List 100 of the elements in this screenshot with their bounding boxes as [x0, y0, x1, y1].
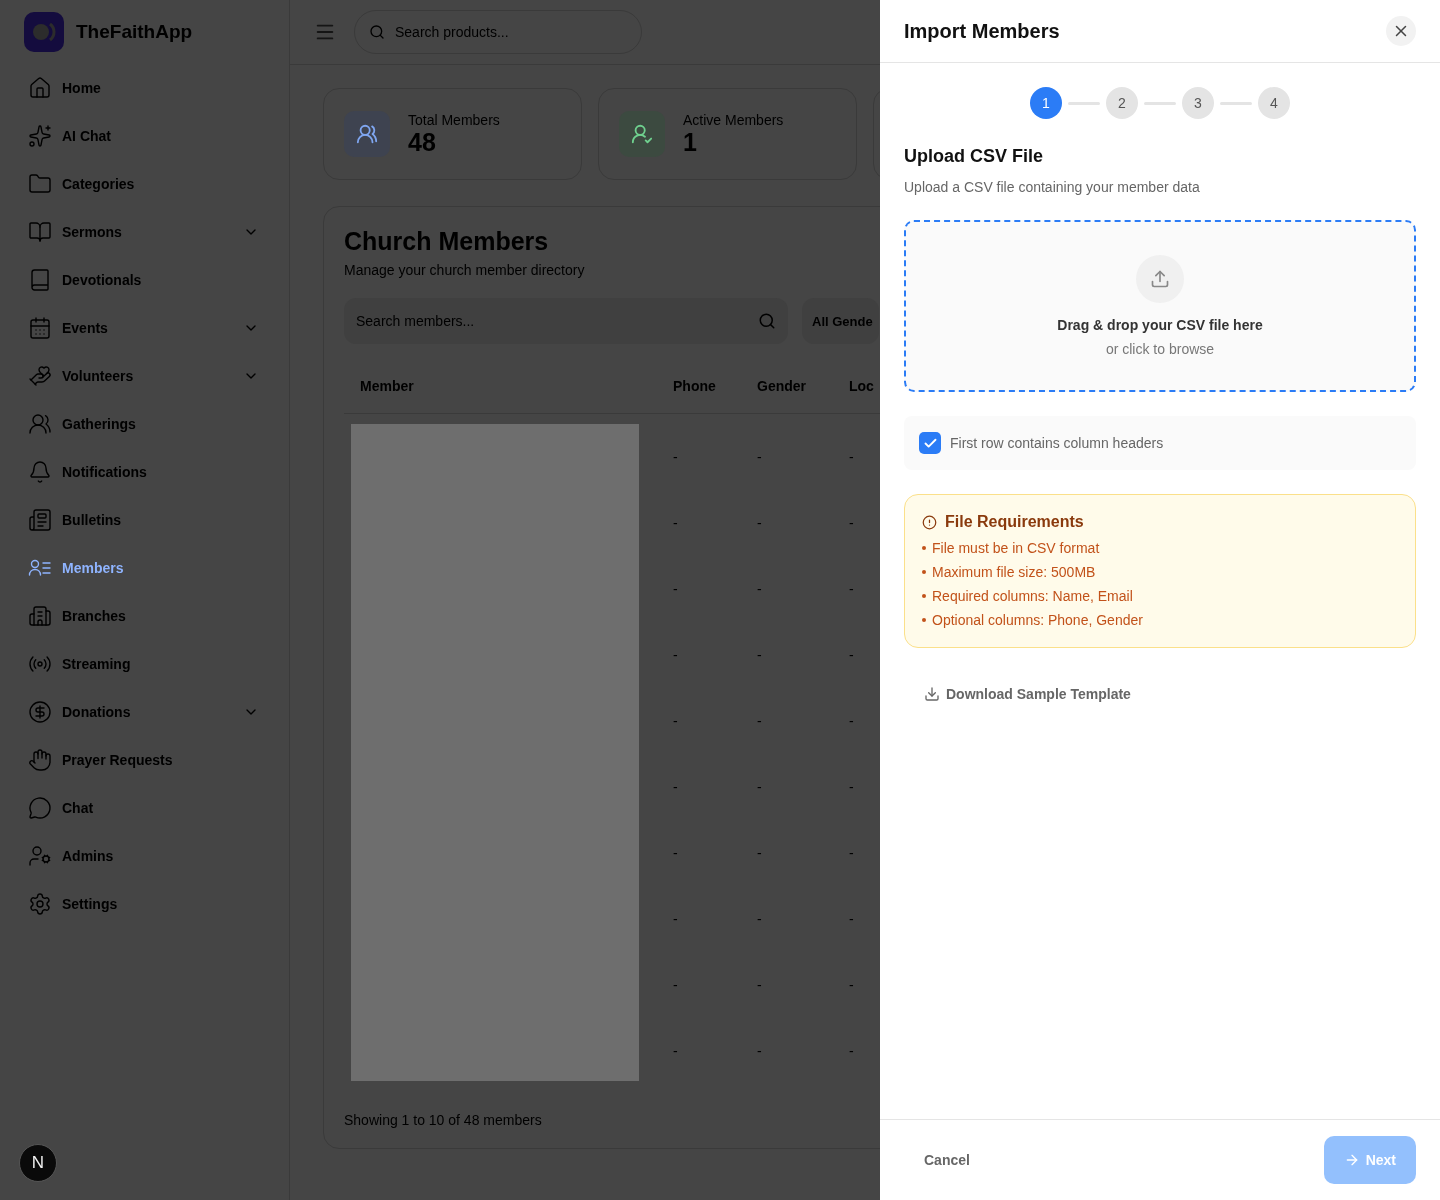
table-cell-text: - — [848, 1043, 855, 1059]
step-indicator: 1 — [1030, 87, 1062, 119]
table-cell-text: - — [672, 911, 679, 927]
member-search-field[interactable]: Search members... — [344, 298, 788, 344]
stat-value: 48 — [408, 127, 437, 157]
brand-name: TheFaithApp — [76, 21, 193, 43]
pagination-summary: Showing 1 to 10 of 48 members — [344, 1112, 543, 1128]
sidebar-item[interactable]: Admins — [24, 832, 265, 880]
app-logo — [24, 12, 64, 52]
table-cell-text: - — [672, 1043, 679, 1059]
user-check-icon — [619, 111, 665, 157]
bullet-icon — [922, 570, 926, 574]
table-cell-text: - — [672, 581, 679, 597]
cancel-button[interactable]: Cancel — [904, 1142, 990, 1178]
requirement-text: Required columns: Name, Email — [932, 587, 1133, 605]
section-title: Upload CSV File — [904, 146, 1045, 167]
alert-icon — [922, 514, 937, 530]
calendar-icon — [28, 316, 52, 340]
sidebar-item[interactable]: Sermons — [24, 208, 265, 256]
bell-icon — [28, 460, 52, 484]
table-cell-text: - — [848, 449, 855, 465]
sidebar-item[interactable]: Settings — [24, 880, 265, 928]
column-header: Gender — [756, 377, 807, 394]
sidebar-item[interactable]: Devotionals — [24, 256, 265, 304]
users-icon — [344, 111, 390, 157]
stat-value: 1 — [683, 127, 698, 157]
table-cell-text: - — [848, 515, 855, 531]
table-cell-text: - — [756, 911, 763, 927]
download-link[interactable]: Download Sample Template — [924, 686, 1131, 702]
drawer-title: Import Members — [904, 19, 1060, 43]
sparkles-icon — [28, 124, 52, 148]
open-book-icon — [28, 220, 52, 244]
sidebar-item[interactable]: Categories — [24, 160, 265, 208]
table-cell-text: - — [672, 977, 679, 993]
close-button[interactable] — [1386, 16, 1416, 46]
bullet-icon — [922, 594, 926, 598]
requirement-text: File must be in CSV format — [932, 539, 1100, 557]
table-cell-text: - — [756, 845, 763, 861]
dropzone-title: Drag & drop your CSV file here — [1057, 317, 1263, 333]
column-header: Member — [359, 377, 415, 394]
table-cell-text: - — [756, 779, 763, 795]
step-indicator: 3 — [1182, 87, 1214, 119]
sidebar-item[interactable]: Home — [24, 64, 265, 112]
step-indicator: 4 — [1258, 87, 1290, 119]
card-title: Church Members — [344, 227, 550, 256]
table-cell-text: - — [848, 647, 855, 663]
sidebar-item[interactable]: Donations — [24, 688, 265, 736]
table-cell-text: - — [756, 647, 763, 663]
column-header: Phone — [672, 377, 717, 394]
requirements-title: File Requirements — [945, 513, 1084, 531]
section-subtitle: Upload a CSV file containing your member data — [904, 179, 1201, 195]
bullet-icon — [922, 546, 926, 550]
sidebar-item[interactable]: Bulletins — [24, 496, 265, 544]
step-indicator: 2 — [1106, 87, 1138, 119]
house-icon — [28, 76, 52, 100]
table-cell-text: - — [848, 779, 855, 795]
chat-bubble-icon — [28, 796, 52, 820]
download-icon — [924, 686, 940, 702]
table-cell-text: - — [756, 977, 763, 993]
stat-label: Active Members — [683, 111, 784, 128]
users-icon — [28, 412, 52, 436]
sidebar-item[interactable]: Events — [24, 304, 265, 352]
requirement-text: Maximum file size: 500MB — [932, 563, 1096, 581]
table-cell-text: - — [848, 845, 855, 861]
table-cell-text: - — [672, 515, 679, 531]
table-cell-text: - — [672, 779, 679, 795]
gender-filter[interactable]: All Gende — [802, 298, 879, 344]
column-header: Loc — [848, 377, 873, 394]
checkbox-label: First row contains column headers — [950, 435, 1164, 451]
building-icon — [28, 604, 52, 628]
table-cell-text: - — [756, 449, 763, 465]
sidebar-item[interactable]: Chat — [24, 784, 265, 832]
sidebar-item[interactable]: Members — [24, 544, 265, 592]
checkbox[interactable] — [919, 432, 941, 454]
hand-heart-icon — [28, 364, 52, 388]
sidebar-item[interactable]: Notifications — [24, 448, 265, 496]
search-icon — [758, 312, 776, 330]
table-cell-text: - — [756, 713, 763, 729]
user-gear-icon — [28, 844, 52, 868]
file-dropzone[interactable]: Drag & drop your CSV file here or click to browse — [904, 220, 1416, 392]
card-subtitle: Manage your church member directory — [344, 262, 586, 278]
table-cell-text: - — [672, 845, 679, 861]
hand-icon — [28, 748, 52, 772]
table-cell-text: - — [672, 449, 679, 465]
table-cell-text: - — [848, 713, 855, 729]
newspaper-icon — [28, 508, 52, 532]
table-cell-text: - — [848, 977, 855, 993]
sidebar-item[interactable]: Gatherings — [24, 400, 265, 448]
sidebar-item[interactable]: AI Chat — [24, 112, 265, 160]
sidebar-item[interactable]: Volunteers — [24, 352, 265, 400]
sidebar-item[interactable]: Streaming — [24, 640, 265, 688]
table-cell-text: - — [848, 911, 855, 927]
sidebar-item[interactable]: Prayer Requests — [24, 736, 265, 784]
table-cell-text: - — [756, 581, 763, 597]
dollar-circle-icon — [28, 700, 52, 724]
requirement-text: Optional columns: Phone, Gender — [932, 611, 1143, 629]
table-cell-text: - — [756, 515, 763, 531]
search-icon — [369, 24, 385, 40]
sidebar-item[interactable]: Branches — [24, 592, 265, 640]
avatar[interactable]: N — [19, 1144, 57, 1182]
